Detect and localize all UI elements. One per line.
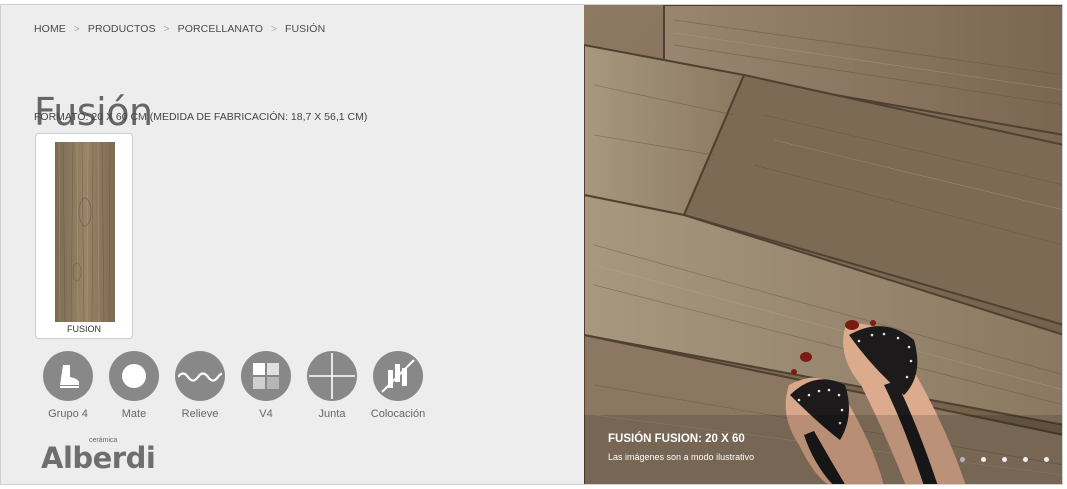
- placement-icon: [373, 351, 423, 401]
- feature-colocacion[interactable]: Colocación: [365, 351, 431, 420]
- slider-dot[interactable]: [960, 457, 965, 462]
- tile-image: [55, 142, 115, 322]
- feature-label: Relieve: [181, 408, 219, 420]
- feature-icons: Grupo 4 Mate Relieve V4 Junta Colocación: [35, 351, 431, 420]
- slider-dot[interactable]: [1044, 457, 1049, 462]
- slider-pagination: [944, 457, 1049, 462]
- breadcrumb-porcellanato[interactable]: PORCELLANATO: [178, 23, 263, 35]
- breadcrumb: HOME > PRODUCTOS > PORCELLANATO > FUSIÓN: [34, 23, 325, 35]
- feature-label: Mate: [121, 408, 147, 420]
- gallery-photo: [584, 5, 1062, 484]
- product-info-panel: HOME > PRODUCTOS > PORCELLANATO > FUSIÓN…: [1, 5, 584, 484]
- feature-relieve[interactable]: Relieve: [167, 351, 233, 420]
- slide-caption-title: FUSIÓN FUSION: 20 X 60: [608, 433, 745, 445]
- slider-dot[interactable]: [1023, 457, 1028, 462]
- feature-label: V4: [259, 408, 273, 420]
- product-format: FORMATO: 20 X 60 CM (MEDIDA DE FABRICACI…: [34, 111, 368, 123]
- feature-label: Colocación: [370, 408, 426, 420]
- breadcrumb-separator: >: [271, 23, 277, 35]
- thumbnail-caption: FUSION: [66, 324, 101, 334]
- feature-junta[interactable]: Junta: [299, 351, 365, 420]
- page-frame: HOME > PRODUCTOS > PORCELLANATO > FUSIÓN…: [0, 4, 1063, 485]
- boot-icon: [43, 351, 93, 401]
- logo-wordmark: Alberdi: [41, 441, 156, 475]
- breadcrumb-home[interactable]: HOME: [34, 23, 66, 35]
- breadcrumb-productos[interactable]: PRODUCTOS: [88, 23, 156, 35]
- joint-cross-icon: [307, 351, 357, 401]
- feature-grupo4[interactable]: Grupo 4: [35, 351, 101, 420]
- gallery-slider[interactable]: FUSIÓN FUSION: 20 X 60 Las imágenes son …: [584, 5, 1062, 484]
- wave-icon: [175, 351, 225, 401]
- breadcrumb-current: FUSIÓN: [284, 23, 326, 35]
- feature-mate[interactable]: Mate: [101, 351, 167, 420]
- product-thumbnail[interactable]: FUSION: [35, 133, 133, 339]
- slider-dot[interactable]: [981, 457, 986, 462]
- slide-caption-subtitle: Las imágenes son a modo ilustrativo: [608, 452, 755, 462]
- slider-dot[interactable]: [1002, 457, 1007, 462]
- feature-label: Grupo 4: [48, 408, 88, 420]
- tone-variation-icon: [241, 351, 291, 401]
- mate-circle-icon: [109, 351, 159, 401]
- breadcrumb-separator: >: [73, 23, 80, 35]
- feature-label: Junta: [318, 408, 346, 420]
- breadcrumb-separator: >: [163, 23, 170, 35]
- feature-v4[interactable]: V4: [233, 351, 299, 420]
